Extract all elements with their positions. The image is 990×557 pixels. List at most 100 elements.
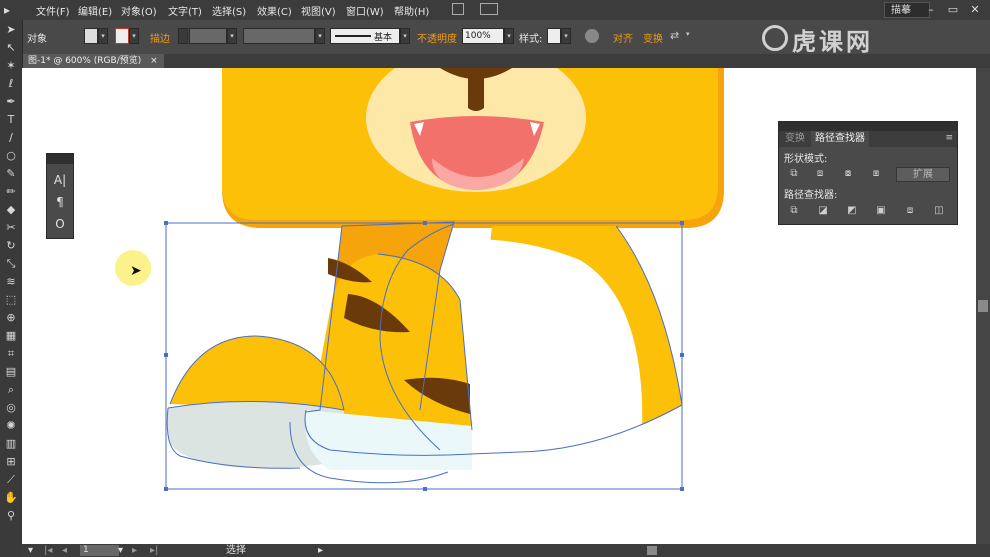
panel-menu-icon[interactable]: ≡ xyxy=(945,133,953,143)
stroke-label[interactable]: 描边 xyxy=(150,30,170,45)
arrange-documents-icon[interactable] xyxy=(480,3,498,15)
type-tool-icon[interactable]: T xyxy=(3,112,19,128)
select-tool-icon[interactable]: ➤ xyxy=(3,22,19,38)
graphic-style-dropdown[interactable]: ▾ xyxy=(561,28,571,44)
pathfinder-panel-header[interactable] xyxy=(779,122,957,131)
line-tool-icon[interactable]: ∕ xyxy=(3,130,19,146)
minimize-icon[interactable]: – xyxy=(922,2,940,18)
warp-icon[interactable]: ≋ xyxy=(3,274,19,290)
artboard-icon[interactable]: ⊞ xyxy=(3,454,19,470)
variable-width-field[interactable] xyxy=(243,28,315,44)
restore-icon[interactable]: ▭ xyxy=(944,2,962,18)
symbol-sprayer-icon[interactable]: ✺ xyxy=(3,418,19,434)
ellipse-tool-icon[interactable]: ○ xyxy=(3,148,19,164)
stroke-weight-dropdown[interactable]: ▾ xyxy=(227,28,237,44)
document-tab-close-icon[interactable]: × xyxy=(150,56,158,66)
tab-transform[interactable]: 变换 xyxy=(781,131,809,147)
menu-window[interactable]: 窗口(W) xyxy=(346,3,384,18)
artboard-number-field[interactable]: 1 xyxy=(80,545,119,556)
minus-front-icon[interactable]: ⧈ xyxy=(813,167,827,181)
mesh-icon[interactable]: ⌗ xyxy=(3,346,19,362)
direct-select-tool-icon[interactable]: ↖ xyxy=(3,40,19,56)
stroke-dropdown[interactable]: ▾ xyxy=(129,28,139,44)
perspective-grid-icon[interactable]: ▦ xyxy=(3,328,19,344)
fill-dropdown[interactable]: ▾ xyxy=(98,28,108,44)
blend-icon[interactable]: ◎ xyxy=(3,400,19,416)
fill-swatch[interactable] xyxy=(84,28,98,44)
stroke-swatch[interactable] xyxy=(115,28,129,44)
column-graph-icon[interactable]: ▥ xyxy=(3,436,19,452)
scale-icon[interactable]: ⤡ xyxy=(3,256,19,272)
brush-definition-dropdown[interactable]: ▾ xyxy=(400,28,410,44)
transform-link[interactable]: 变换 xyxy=(643,30,663,45)
close-window-icon[interactable]: ✕ xyxy=(966,2,984,18)
intersect-icon[interactable]: ⧇ xyxy=(841,167,855,181)
paintbrush-icon[interactable]: ✎ xyxy=(3,166,19,182)
eraser-icon[interactable]: ✂ xyxy=(3,220,19,236)
last-artboard-icon[interactable]: ▸| xyxy=(150,544,158,557)
trim-icon[interactable]: ◪ xyxy=(816,204,830,218)
control-menu-icon[interactable]: ▾ xyxy=(686,30,690,38)
menu-edit[interactable]: 编辑(E) xyxy=(78,3,112,18)
free-transform-icon[interactable]: ⬚ xyxy=(3,292,19,308)
menu-select[interactable]: 选择(S) xyxy=(212,3,246,18)
minus-back-icon[interactable]: ◫ xyxy=(932,204,946,218)
stroke-weight-field[interactable] xyxy=(189,28,227,44)
document-tab[interactable]: 图-1* @ 600% (RGB/预览) × xyxy=(22,54,164,68)
merge-icon[interactable]: ◩ xyxy=(845,204,859,218)
pencil-icon[interactable]: ✏ xyxy=(3,184,19,200)
graphic-style-swatch[interactable] xyxy=(547,28,561,44)
isolate-object-icon[interactable]: ⇄ xyxy=(670,29,679,42)
slice-icon[interactable]: ⟋ xyxy=(3,472,19,488)
panel-grip[interactable] xyxy=(47,154,73,164)
divide-icon[interactable]: ⧉ xyxy=(787,204,801,218)
previous-artboard-icon[interactable]: ◂ xyxy=(62,544,67,557)
stroke-weight-stepper[interactable] xyxy=(178,28,188,44)
status-menu-icon[interactable]: ▸ xyxy=(318,544,323,557)
zoom-menu-icon[interactable]: ▾ xyxy=(28,544,33,557)
watermark-text: 虎课网 xyxy=(792,28,873,56)
zoom-icon[interactable]: ⚲ xyxy=(3,508,19,524)
menu-type[interactable]: 文字(T) xyxy=(168,3,202,18)
menu-file[interactable]: 文件(F) xyxy=(36,3,70,18)
current-tool-label: 选择 xyxy=(226,545,246,556)
opentype-panel-icon[interactable]: O xyxy=(53,216,67,232)
first-artboard-icon[interactable]: |◂ xyxy=(44,544,52,557)
menu-help[interactable]: 帮助(H) xyxy=(394,3,429,18)
opacity-field[interactable]: 100% xyxy=(462,28,504,44)
pen-tool-icon[interactable]: ✒ xyxy=(3,94,19,110)
opacity-label[interactable]: 不透明度 xyxy=(417,30,457,45)
align-link[interactable]: 对齐 xyxy=(613,30,633,45)
vertical-scrollbar[interactable] xyxy=(976,68,990,544)
tab-pathfinder[interactable]: 路径查找器 xyxy=(811,131,869,147)
opacity-dropdown[interactable]: ▾ xyxy=(504,28,514,44)
recolor-artwork-icon[interactable] xyxy=(585,29,599,43)
rotate-icon[interactable]: ↻ xyxy=(3,238,19,254)
horizontal-scroll-thumb[interactable] xyxy=(647,546,657,555)
menu-effect[interactable]: 效果(C) xyxy=(257,3,292,18)
eyedropper-icon[interactable]: ⌕ xyxy=(3,382,19,398)
menu-object[interactable]: 对象(O) xyxy=(121,3,157,18)
expand-button[interactable]: 扩展 xyxy=(896,167,950,182)
magic-wand-icon[interactable]: ✶ xyxy=(3,58,19,74)
exclude-icon[interactable]: ⧆ xyxy=(869,167,883,181)
unite-icon[interactable]: ⧉ xyxy=(787,167,801,181)
paragraph-panel-icon[interactable]: ¶ xyxy=(53,194,67,210)
bridge-icon[interactable] xyxy=(452,3,464,15)
gradient-icon[interactable]: ▤ xyxy=(3,364,19,380)
menu-view[interactable]: 视图(V) xyxy=(301,3,336,18)
blob-brush-icon[interactable]: ◆ xyxy=(3,202,19,218)
next-artboard-icon[interactable]: ▸ xyxy=(132,544,137,557)
brush-definition-field[interactable]: 基本 xyxy=(330,28,400,44)
artboard-dropdown-icon[interactable]: ▾ xyxy=(118,544,123,557)
vertical-scroll-thumb[interactable] xyxy=(978,300,988,312)
lasso-icon[interactable]: ℓ xyxy=(3,76,19,92)
crop-icon[interactable]: ▣ xyxy=(874,204,888,218)
variable-width-dropdown[interactable]: ▾ xyxy=(315,28,325,44)
hand-icon[interactable]: ✋ xyxy=(3,490,19,506)
illustrator-app-icon[interactable]: ▸ xyxy=(4,3,18,17)
stroke-line-preview xyxy=(335,35,371,37)
outline-icon[interactable]: ⧈ xyxy=(903,204,917,218)
shape-builder-icon[interactable]: ⊕ xyxy=(3,310,19,326)
character-panel-icon[interactable]: A| xyxy=(53,172,67,188)
